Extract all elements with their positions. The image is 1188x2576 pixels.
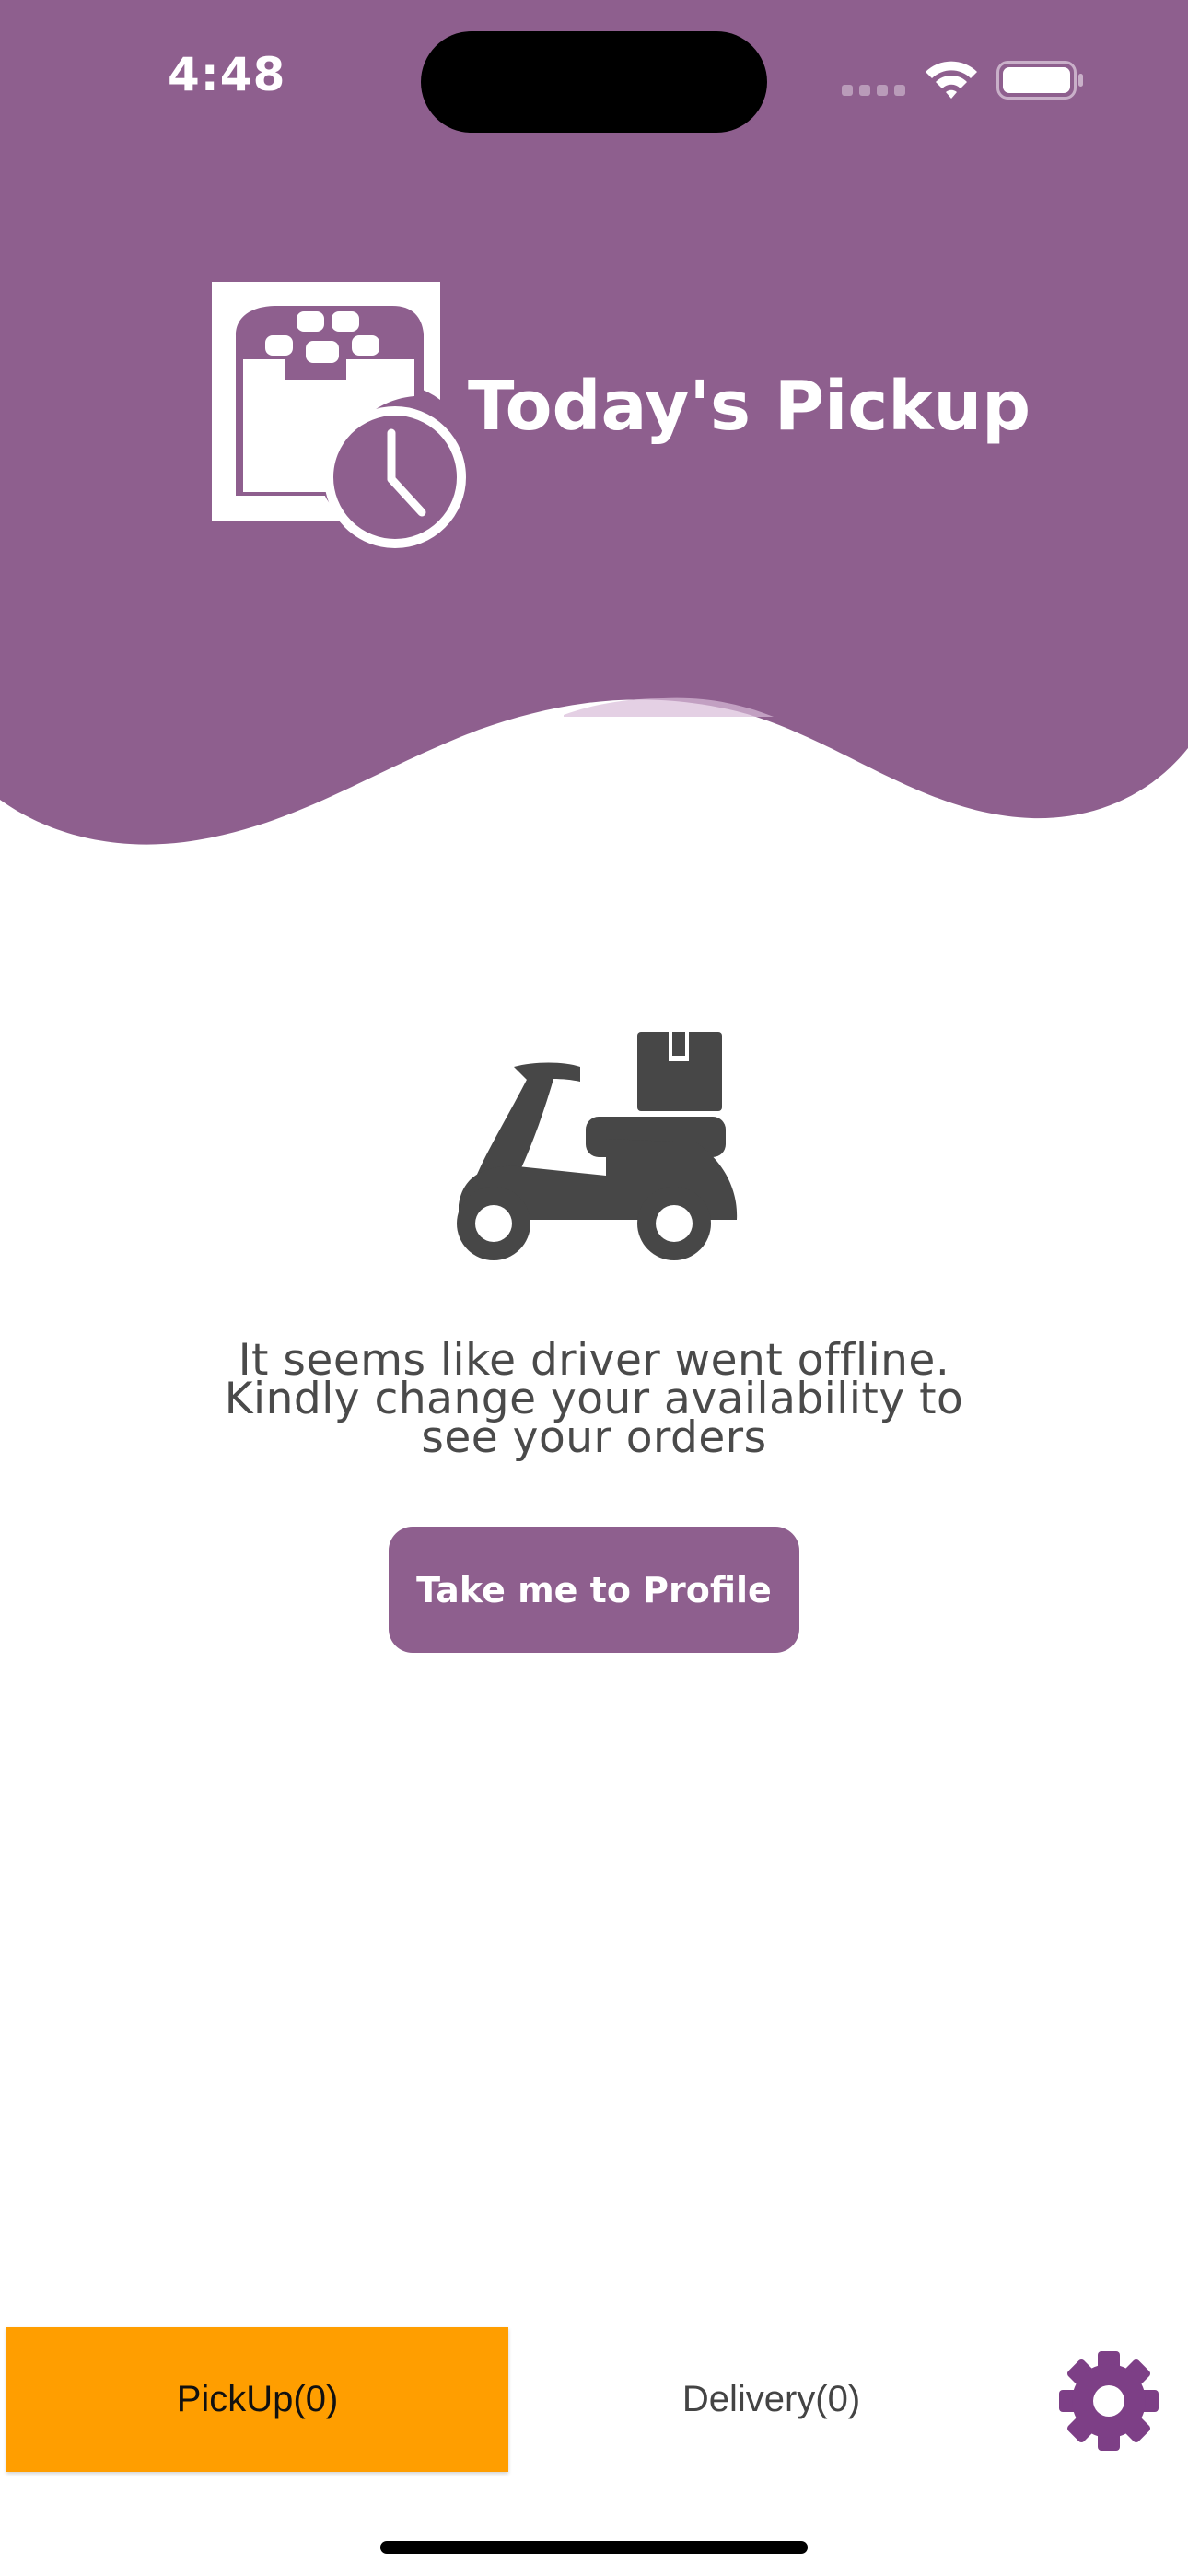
gear-icon[interactable] [1057,2349,1160,2453]
tab-pickup[interactable]: PickUp(0) [6,2327,508,2472]
tab-delivery[interactable]: Delivery(0) [516,2327,1027,2472]
dynamic-island [421,31,767,133]
tab-pickup-label: PickUp(0) [176,2379,339,2419]
take-me-to-profile-button[interactable]: Take me to Profile [389,1527,799,1653]
todays-pickup-screen: 4:48 Today's Pickup It seems like driver… [0,0,1188,2576]
home-indicator [380,2541,808,2554]
tab-delivery-label: Delivery(0) [681,2379,861,2419]
calendar-clock-icon [212,282,466,548]
cellular-signal-icon [842,85,905,96]
delivery-scooter-icon [457,1032,738,1260]
offline-message: It seems like driver went offline. Kindl… [224,1335,964,1463]
page-title: Today's Pickup [468,367,1031,446]
battery-icon [996,61,1083,100]
wifi-icon [926,61,977,99]
status-time: 4:48 [168,48,286,101]
